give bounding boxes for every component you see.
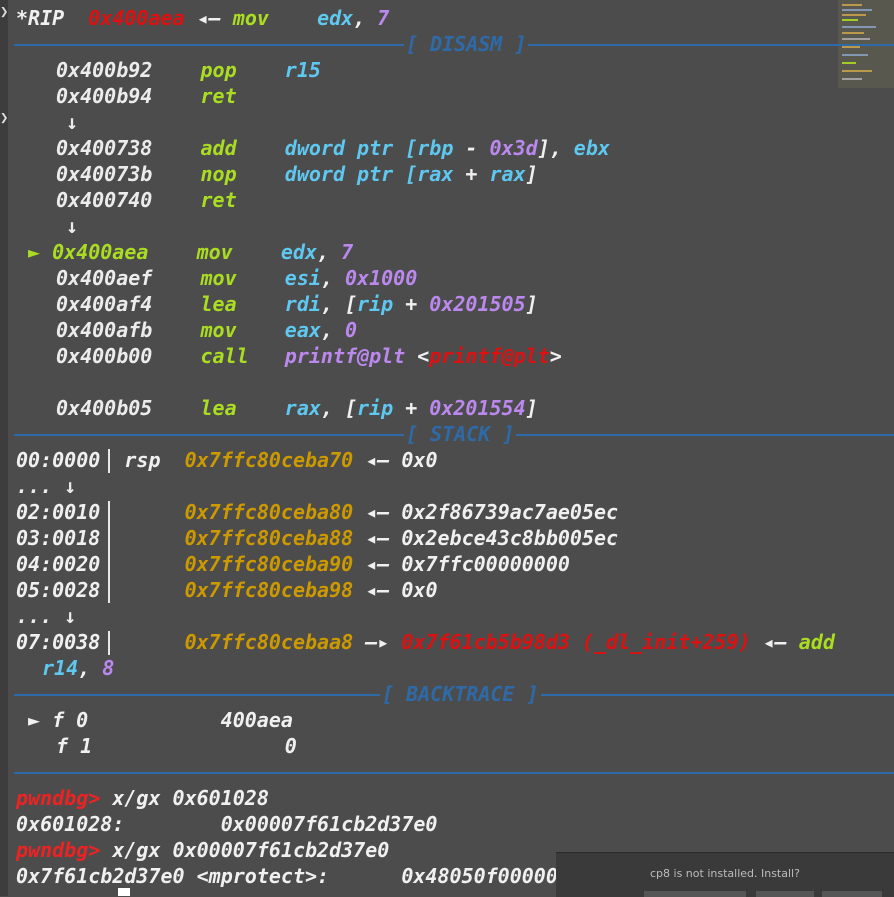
notification-button[interactable]	[822, 891, 882, 897]
console-command-line[interactable]: pwndbg> x/gx 0x00007f61cb2d37e0	[16, 837, 389, 863]
gutter-marker-icon: ❯	[0, 110, 9, 126]
stack-pointer-label: rsp	[124, 448, 161, 472]
pwndbg-prompt: pwndbg>	[16, 838, 101, 862]
disasm-line: 0x400b05 lea rax, [rip + 0x201554]	[56, 396, 538, 420]
disasm-section-title: [ DISASM ]	[404, 31, 529, 57]
disasm-line: 0x400aef mov esi, 0x1000	[56, 266, 418, 290]
stack-row: 00:0000 rsp 0x7ffc80ceba70 ◂— 0x0	[16, 448, 438, 472]
console-output: 0x7f61cb2d37e0 <mprotect>: 0x48050f00000…	[16, 864, 619, 888]
stack-ellipsis: ... ↓	[16, 474, 77, 498]
disasm-line: 0x400738 add dword ptr [rbp - 0x3d], ebx	[56, 136, 610, 160]
left-gutter	[0, 0, 8, 896]
stack-row: 02:0010 0x7ffc80ceba80 ◂— 0x2f86739ac7ae…	[16, 500, 619, 524]
disasm-line: 0x400b92 pop r15	[56, 58, 321, 82]
rip-arrow: ◂—	[196, 6, 221, 30]
rip-mnemonic: mov	[232, 6, 269, 30]
current-pointer-icon: ►	[28, 240, 41, 264]
stack-row-continuation: r14, 8	[42, 656, 115, 680]
call-target-symbol: printf@plt	[429, 344, 550, 368]
backtrace-frame: ► f 0 400aea	[28, 708, 293, 732]
rip-operand-register: edx	[317, 6, 354, 30]
rip-address: 0x400aea	[88, 6, 185, 30]
stack-ellipsis: ... ↓	[16, 604, 77, 628]
rip-label: *RIP	[16, 6, 65, 30]
disasm-line: 0x400b94 ret	[56, 84, 237, 108]
current-frame-icon: ►	[28, 708, 41, 732]
backtrace-frame: f 1 0	[56, 734, 297, 758]
disasm-line: 0x400b00 call printf@plt <printf@plt>	[56, 344, 562, 368]
stack-row: 07:0038 0x7ffc80cebaa8 —▸ 0x7f61cb5b98d3…	[16, 630, 835, 654]
terminal-cursor	[118, 888, 130, 896]
stack-section-title: [ STACK ]	[404, 421, 517, 447]
rip-line: *RIP 0x400aea ◂— mov edx, 7	[16, 6, 390, 30]
down-arrow-icon: ↓	[66, 214, 79, 238]
disasm-line: 0x400afb mov eax, 0	[56, 318, 358, 342]
notification-message: cp8 is not installed. Install?	[650, 867, 800, 880]
pwndbg-prompt: pwndbg>	[16, 786, 101, 810]
current-instruction-line: ► 0x400aea mov edx, 7	[28, 240, 354, 264]
stack-row: 05:0028 0x7ffc80ceba98 ◂— 0x0	[16, 578, 438, 602]
disasm-line: 0x400af4 lea rdi, [rip + 0x201505]	[56, 292, 538, 316]
down-arrow-icon: ↓	[66, 110, 79, 134]
notification-button[interactable]	[686, 891, 746, 897]
stack-row: 04:0020 0x7ffc80ceba90 ◂— 0x7ffc00000000	[16, 552, 570, 576]
dl-init-symbol: 0x7f61cb5b98d3 (_dl_init+259)	[401, 630, 751, 654]
disasm-line: 0x40073b nop dword ptr [rax + rax]	[56, 162, 538, 186]
stack-row: 03:0018 0x7ffc80ceba88 ◂— 0x2ebce43c8bb0…	[16, 526, 619, 550]
rip-operand-immediate: 7	[377, 6, 390, 30]
console-command-line[interactable]: pwndbg> x/gx 0x601028	[16, 785, 269, 811]
console-output: 0x601028: 0x00007f61cb2d37e0	[16, 812, 438, 836]
backtrace-bottom-divider	[14, 772, 894, 774]
backtrace-section-title: [ BACKTRACE ]	[380, 681, 541, 707]
disasm-line: 0x400740 ret	[56, 188, 237, 212]
gutter-marker-icon: ❯	[0, 4, 9, 20]
notification-button[interactable]	[756, 891, 814, 897]
install-notification[interactable]: cp8 is not installed. Install?	[556, 852, 894, 897]
